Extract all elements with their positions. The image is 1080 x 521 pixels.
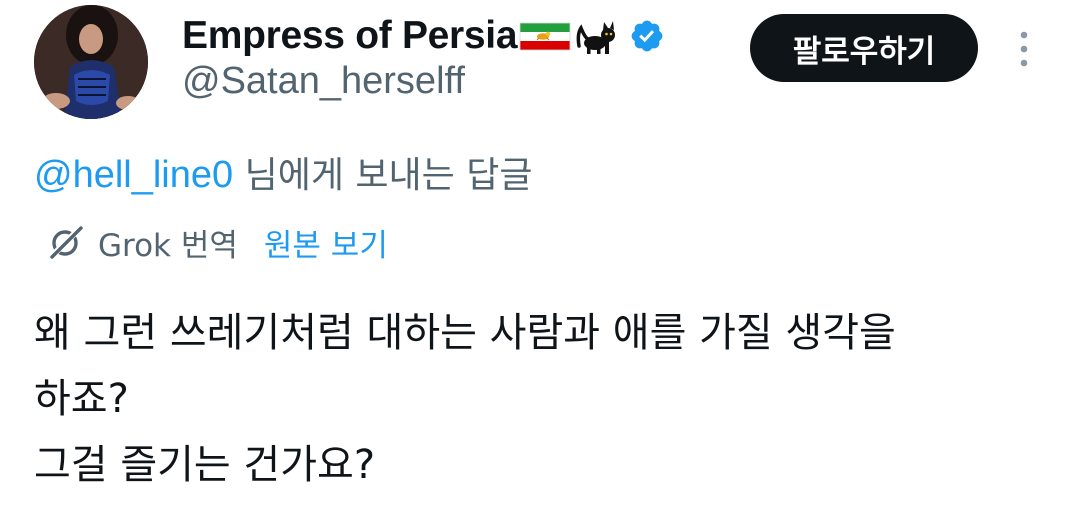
author-handle[interactable]: @Satan_herselff xyxy=(182,60,465,103)
follow-button[interactable]: 팔로우하기 xyxy=(750,14,978,82)
tweet-container: Empress of Persia @Satan_herselff 팔로우하기 … xyxy=(0,0,1080,521)
reply-mention-link[interactable]: @hell_line0 xyxy=(34,154,233,196)
replying-to-line: @hell_line0 님에게 보내는 답글 xyxy=(34,146,532,198)
translation-row: Grok 번역 원본 보기 xyxy=(46,218,388,266)
more-options-icon[interactable] xyxy=(1012,28,1036,72)
grok-icon xyxy=(46,222,86,262)
iran-flag-icon xyxy=(519,19,571,53)
display-name[interactable]: Empress of Persia xyxy=(182,14,518,58)
tweet-text-line: 왜 그런 쓰레기처럼 대하는 사람과 애를 가질 생각을 xyxy=(34,310,896,356)
tweet-text-line: 그걸 즐기는 건가요? xyxy=(34,442,376,488)
author-name-row[interactable]: Empress of Persia xyxy=(182,10,665,62)
verified-badge-icon[interactable] xyxy=(629,18,665,54)
avatar[interactable] xyxy=(34,5,148,119)
tweet-text-line: 하죠? xyxy=(34,376,129,422)
grok-translate-label: Grok 번역 xyxy=(98,227,238,264)
view-original-link[interactable]: 원본 보기 xyxy=(264,220,388,265)
tweet-text: 왜 그런 쓰레기처럼 대하는 사람과 애를 가질 생각을 하죠? 그걸 즐기는 … xyxy=(34,300,1044,498)
black-cat-icon xyxy=(575,16,621,56)
reply-suffix: 님에게 보내는 답글 xyxy=(233,155,533,196)
